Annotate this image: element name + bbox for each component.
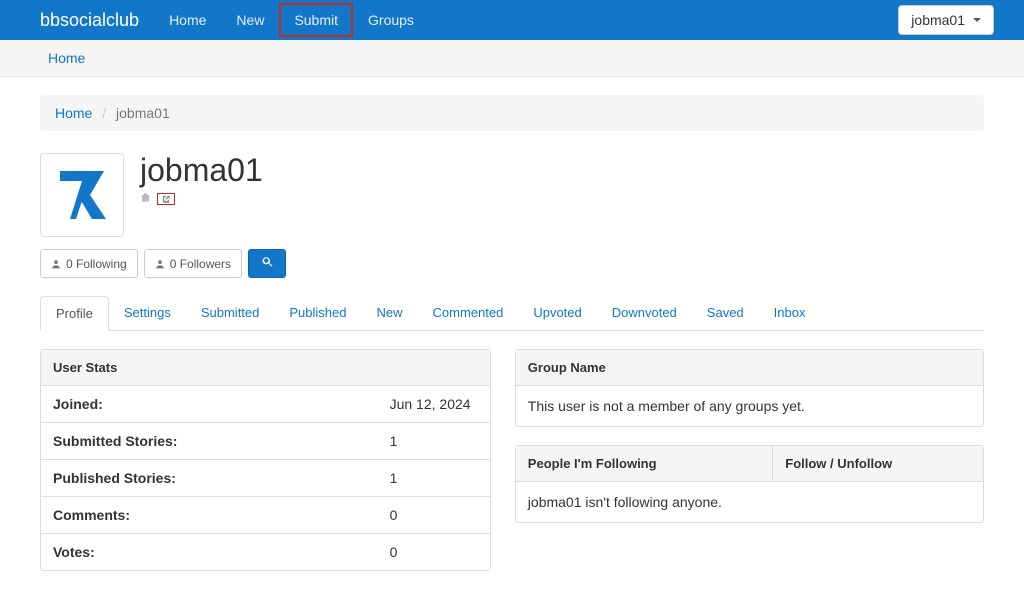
tab-commented[interactable]: Commented bbox=[418, 296, 519, 330]
user-stats-table: User Stats Joined:Jun 12, 2024 Submitted… bbox=[41, 350, 490, 570]
groups-heading: Group Name bbox=[516, 350, 983, 386]
follow-stats-row: 0 Following 0 Followers bbox=[40, 249, 984, 278]
table-header-row: People I'm Following Follow / Unfollow bbox=[516, 446, 983, 482]
tab-saved[interactable]: Saved bbox=[692, 296, 759, 330]
content-columns: User Stats Joined:Jun 12, 2024 Submitted… bbox=[40, 349, 984, 589]
user-stats-panel: User Stats Joined:Jun 12, 2024 Submitted… bbox=[40, 349, 491, 571]
nav-home[interactable]: Home bbox=[154, 2, 221, 38]
following-body: jobma01 isn't following anyone. bbox=[516, 482, 983, 523]
following-button[interactable]: 0 Following bbox=[40, 249, 138, 278]
page-title: jobma01 bbox=[140, 153, 263, 188]
tab-settings[interactable]: Settings bbox=[109, 296, 186, 330]
profile-title-block: jobma01 bbox=[140, 153, 263, 206]
table-row: Submitted Stories:1 bbox=[41, 423, 490, 460]
breadcrumb-separator: / bbox=[96, 105, 112, 121]
following-label: 0 Following bbox=[66, 257, 127, 271]
profile-tabs: Profile Settings Submitted Published New… bbox=[40, 296, 984, 331]
nav-new[interactable]: New bbox=[221, 2, 279, 38]
tab-published[interactable]: Published bbox=[274, 296, 361, 330]
following-panel: People I'm Following Follow / Unfollow j… bbox=[515, 445, 984, 523]
profile-header: jobma01 bbox=[40, 153, 984, 237]
search-icon bbox=[261, 256, 273, 268]
table-row: Published Stories:1 bbox=[41, 460, 490, 497]
top-navbar: bbsocialclub Home New Submit Groups jobm… bbox=[0, 0, 1024, 40]
user-icon bbox=[51, 259, 61, 269]
user-icon bbox=[155, 259, 165, 269]
breadcrumb: Home / jobma01 bbox=[40, 95, 984, 131]
groups-body: This user is not a member of any groups … bbox=[516, 386, 983, 426]
external-link-badge[interactable] bbox=[157, 193, 175, 205]
right-column: Group Name This user is not a member of … bbox=[515, 349, 984, 589]
votes-label: Votes: bbox=[41, 534, 378, 571]
comments-label: Comments: bbox=[41, 497, 378, 534]
breadcrumb-current: jobma01 bbox=[116, 105, 170, 121]
tab-submitted[interactable]: Submitted bbox=[186, 296, 275, 330]
avatar-logo-icon bbox=[52, 163, 112, 227]
following-table: People I'm Following Follow / Unfollow j… bbox=[516, 446, 983, 522]
subhead-home-link[interactable]: Home bbox=[48, 50, 85, 66]
table-row: jobma01 isn't following anyone. bbox=[516, 482, 983, 523]
following-col1: People I'm Following bbox=[516, 446, 773, 482]
tab-downvoted[interactable]: Downvoted bbox=[597, 296, 692, 330]
groups-panel: Group Name This user is not a member of … bbox=[515, 349, 984, 427]
left-column: User Stats Joined:Jun 12, 2024 Submitted… bbox=[40, 349, 491, 589]
brand-link[interactable]: bbsocialclub bbox=[15, 10, 154, 31]
table-row: Joined:Jun 12, 2024 bbox=[41, 386, 490, 423]
following-col2: Follow / Unfollow bbox=[773, 446, 983, 482]
joined-value: Jun 12, 2024 bbox=[378, 386, 490, 423]
votes-value: 0 bbox=[378, 534, 490, 571]
published-label: Published Stories: bbox=[41, 460, 378, 497]
table-header-row: User Stats bbox=[41, 350, 490, 386]
navbar-left: bbsocialclub Home New Submit Groups bbox=[15, 2, 429, 38]
search-button[interactable] bbox=[248, 249, 286, 278]
tab-new[interactable]: New bbox=[362, 296, 418, 330]
published-value: 1 bbox=[378, 460, 490, 497]
submitted-label: Submitted Stories: bbox=[41, 423, 378, 460]
sub-header: Home bbox=[0, 40, 1024, 77]
table-row: Comments:0 bbox=[41, 497, 490, 534]
stats-heading: User Stats bbox=[41, 350, 490, 386]
followers-label: 0 Followers bbox=[170, 257, 231, 271]
submitted-value: 1 bbox=[378, 423, 490, 460]
external-link-icon bbox=[161, 194, 171, 204]
home-icon bbox=[140, 192, 151, 206]
profile-badges bbox=[140, 192, 263, 206]
tab-upvoted[interactable]: Upvoted bbox=[518, 296, 596, 330]
tab-inbox[interactable]: Inbox bbox=[759, 296, 821, 330]
avatar bbox=[40, 153, 124, 237]
user-dropdown-label: jobma01 bbox=[911, 12, 965, 28]
nav-submit[interactable]: Submit bbox=[279, 3, 353, 37]
joined-label: Joined: bbox=[41, 386, 378, 423]
user-dropdown[interactable]: jobma01 bbox=[898, 5, 994, 35]
table-row: Votes:0 bbox=[41, 534, 490, 571]
breadcrumb-home[interactable]: Home bbox=[55, 105, 92, 121]
comments-value: 0 bbox=[378, 497, 490, 534]
caret-down-icon bbox=[973, 18, 981, 22]
tab-profile[interactable]: Profile bbox=[40, 296, 109, 331]
nav-groups[interactable]: Groups bbox=[353, 2, 429, 38]
followers-button[interactable]: 0 Followers bbox=[144, 249, 242, 278]
